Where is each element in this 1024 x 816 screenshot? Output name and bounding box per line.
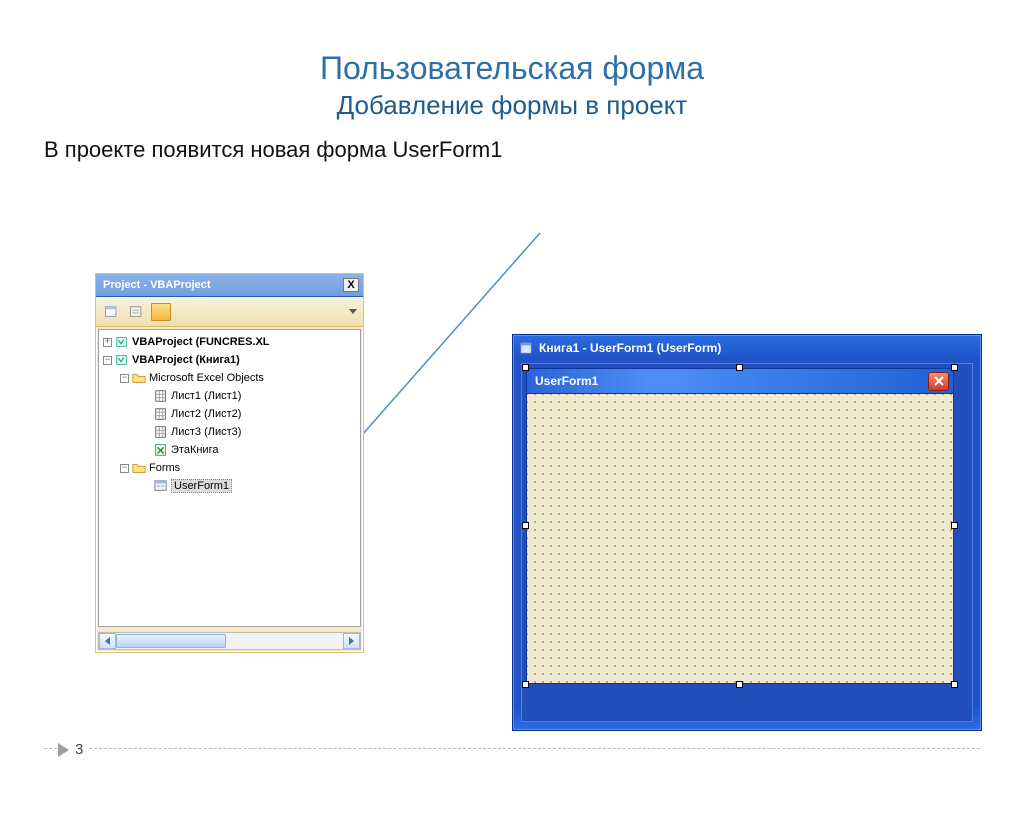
workbook-icon bbox=[154, 443, 168, 457]
tree-label: Forms bbox=[149, 462, 180, 474]
form-designer-window: Книга1 - UserForm1 (UserForm) UserForm1 bbox=[512, 334, 982, 731]
scroll-thumb[interactable] bbox=[116, 634, 226, 648]
resize-handle-e[interactable] bbox=[951, 522, 958, 529]
folder-icon bbox=[132, 461, 146, 475]
expand-icon[interactable]: + bbox=[103, 338, 112, 347]
slide-body-text: В проекте появится новая форма UserForm1 bbox=[44, 137, 1024, 163]
tree-label: Microsoft Excel Objects bbox=[149, 372, 264, 384]
tree-label: Лист1 (Лист1) bbox=[171, 390, 241, 402]
project-explorer-title: Project - VBAProject bbox=[103, 279, 211, 291]
collapse-icon[interactable]: − bbox=[120, 464, 129, 473]
close-icon[interactable]: X bbox=[343, 278, 359, 292]
tree-node-excel-objects[interactable]: − Microsoft Excel Objects bbox=[101, 369, 358, 387]
userform-title: UserForm1 bbox=[535, 374, 598, 388]
userform-body[interactable] bbox=[526, 393, 954, 684]
tree-node-workbook[interactable]: ЭтаКнига bbox=[101, 441, 358, 459]
tree-label: VBAProject (Книга1) bbox=[132, 354, 240, 366]
resize-handle-s[interactable] bbox=[736, 681, 743, 688]
userform-icon bbox=[154, 479, 168, 493]
tree-label: VBAProject (FUNCRES.XL bbox=[132, 336, 270, 348]
tree-label: Лист3 (Лист3) bbox=[171, 426, 241, 438]
resize-handle-w[interactable] bbox=[522, 522, 529, 529]
view-code-button[interactable] bbox=[100, 301, 122, 323]
designer-canvas[interactable]: UserForm1 bbox=[521, 363, 973, 722]
folder-icon bbox=[132, 371, 146, 385]
slide-subtitle: Добавление формы в проект bbox=[0, 90, 1024, 121]
page-number-text: 3 bbox=[75, 741, 83, 758]
toggle-folders-button[interactable] bbox=[150, 301, 172, 323]
horizontal-scrollbar[interactable] bbox=[98, 632, 361, 650]
tree-node-forms[interactable]: − Forms bbox=[101, 459, 358, 477]
project-explorer-toolbar bbox=[96, 297, 363, 327]
scroll-track[interactable] bbox=[116, 633, 343, 649]
collapse-icon[interactable]: − bbox=[120, 374, 129, 383]
scroll-left-button[interactable] bbox=[99, 633, 116, 649]
tree-node-sheet3[interactable]: Лист3 (Лист3) bbox=[101, 423, 358, 441]
resize-handle-ne[interactable] bbox=[951, 364, 958, 371]
project-tree: + VBAProject (FUNCRES.XL − VBAProject (К… bbox=[98, 329, 361, 627]
resize-handle-n[interactable] bbox=[736, 364, 743, 371]
designer-title: Книга1 - UserForm1 (UserForm) bbox=[539, 341, 721, 355]
page-number: 3 bbox=[58, 741, 89, 758]
project-explorer-titlebar[interactable]: Project - VBAProject X bbox=[96, 274, 363, 297]
vba-project-icon bbox=[115, 335, 129, 349]
close-icon[interactable] bbox=[928, 372, 949, 391]
designer-titlebar[interactable]: Книга1 - UserForm1 (UserForm) bbox=[513, 335, 981, 361]
worksheet-icon bbox=[154, 407, 168, 421]
tree-label: ЭтаКнига bbox=[171, 444, 218, 456]
collapse-icon[interactable]: − bbox=[103, 356, 112, 365]
resize-handle-nw[interactable] bbox=[522, 364, 529, 371]
tree-node-sheet2[interactable]: Лист2 (Лист2) bbox=[101, 405, 358, 423]
footer-divider bbox=[44, 748, 980, 749]
worksheet-icon bbox=[154, 389, 168, 403]
scroll-right-button[interactable] bbox=[343, 633, 360, 649]
project-explorer-panel: Project - VBAProject X + VBAProject (FUN… bbox=[95, 273, 364, 653]
form-document-icon bbox=[519, 341, 533, 355]
tree-node-book1[interactable]: − VBAProject (Книга1) bbox=[101, 351, 358, 369]
tree-node-sheet1[interactable]: Лист1 (Лист1) bbox=[101, 387, 358, 405]
view-object-button[interactable] bbox=[125, 301, 147, 323]
vba-project-icon bbox=[115, 353, 129, 367]
slide-title: Пользовательская форма bbox=[0, 48, 1024, 88]
worksheet-icon bbox=[154, 425, 168, 439]
tree-node-userform1[interactable]: UserForm1 bbox=[101, 477, 358, 495]
resize-handle-se[interactable] bbox=[951, 681, 958, 688]
page-arrow-icon bbox=[58, 743, 69, 757]
tree-label: Лист2 (Лист2) bbox=[171, 408, 241, 420]
userform[interactable]: UserForm1 bbox=[526, 368, 954, 684]
tree-label-selected: UserForm1 bbox=[171, 479, 232, 493]
tree-node-funcres[interactable]: + VBAProject (FUNCRES.XL bbox=[101, 333, 358, 351]
toolbar-dropdown-icon[interactable] bbox=[347, 301, 359, 323]
userform-titlebar[interactable]: UserForm1 bbox=[526, 368, 954, 393]
resize-handle-sw[interactable] bbox=[522, 681, 529, 688]
